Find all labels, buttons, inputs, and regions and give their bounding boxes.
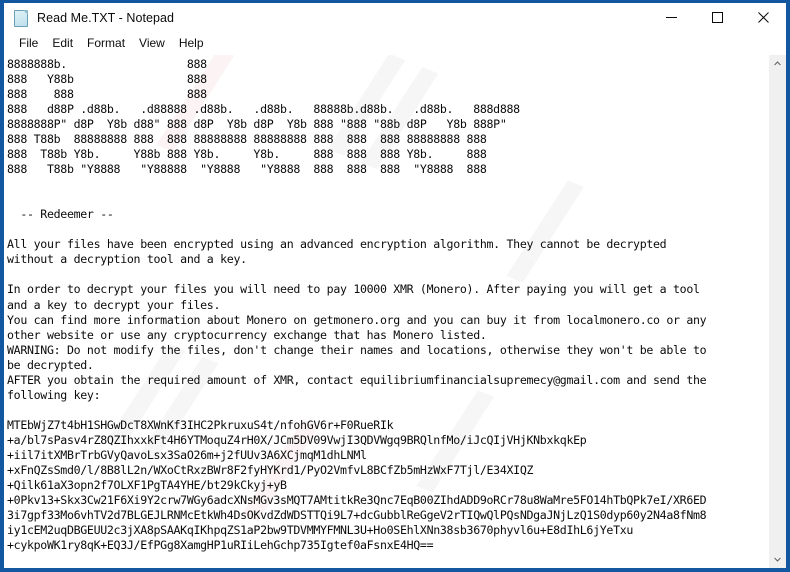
menu-bar: File Edit Format View Help xyxy=(4,33,786,54)
scroll-up-button[interactable] xyxy=(769,55,786,72)
title-bar[interactable]: Read Me.TXT - Notepad xyxy=(4,3,786,33)
notepad-document-icon xyxy=(13,9,29,27)
close-button[interactable] xyxy=(740,3,786,32)
vertical-scrollbar[interactable] xyxy=(768,55,786,568)
scroll-down-button[interactable] xyxy=(769,551,786,568)
chevron-up-icon xyxy=(774,61,781,66)
menu-item-view[interactable]: View xyxy=(132,34,172,53)
maximize-icon xyxy=(711,12,723,23)
menu-item-edit[interactable]: Edit xyxy=(45,34,80,53)
minimize-icon xyxy=(665,17,677,18)
menu-item-format[interactable]: Format xyxy=(80,34,132,53)
window-title: Read Me.TXT - Notepad xyxy=(37,10,174,25)
chevron-down-icon xyxy=(774,557,781,562)
client-area: // / / // / / 8888888b. 888 888 Y88b 888… xyxy=(4,54,786,568)
text-editor-area[interactable]: // / / // / / 8888888b. 888 888 Y88b 888… xyxy=(4,55,768,568)
title-bar-left: Read Me.TXT - Notepad xyxy=(4,9,174,27)
maximize-button[interactable] xyxy=(694,3,740,32)
close-icon xyxy=(757,12,769,23)
window-controls xyxy=(648,3,786,32)
notepad-window: Read Me.TXT - Notepad File Edit Format V… xyxy=(0,0,790,572)
minimize-button[interactable] xyxy=(648,3,694,32)
ransom-note-text: 8888888b. 888 888 Y88b 888 888 888 888 8… xyxy=(7,57,707,552)
menu-item-file[interactable]: File xyxy=(12,34,45,53)
menu-item-help[interactable]: Help xyxy=(172,34,211,53)
scrollbar-track[interactable] xyxy=(769,72,786,551)
